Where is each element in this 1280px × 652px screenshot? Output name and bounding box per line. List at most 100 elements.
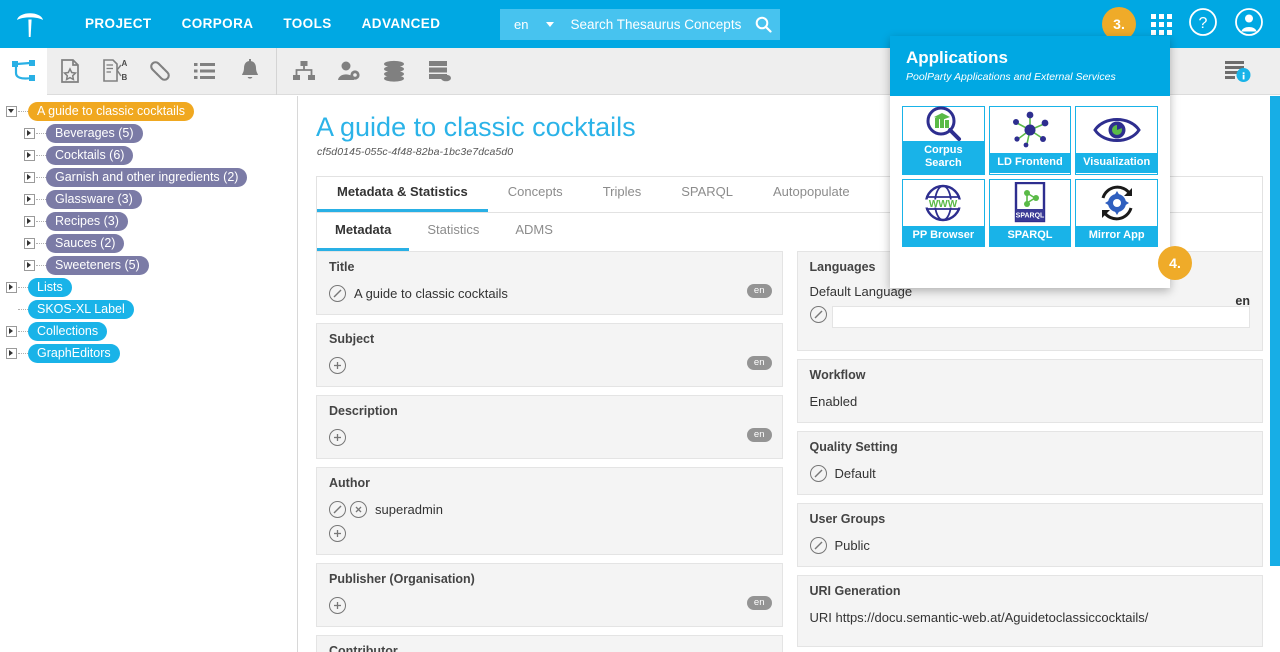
tree-expand-toggle[interactable] — [22, 210, 36, 232]
tab-sparql[interactable]: SPARQL — [661, 175, 753, 212]
tree-item-beverages-5[interactable]: Beverages (5) — [0, 122, 297, 144]
toolbar-thesaurus-home[interactable] — [0, 47, 47, 95]
subtab-adms[interactable]: ADMS — [497, 212, 571, 251]
tree-collapse-toggle[interactable] — [4, 100, 18, 122]
poolparty-mushroom-logo-icon[interactable] — [0, 0, 60, 48]
add-plus-icon[interactable] — [329, 596, 346, 614]
metadata-field-publisher-organisation: Publisher (Organisation) en — [316, 563, 783, 627]
tab-triples[interactable]: Triples — [583, 175, 662, 212]
tree-item-sauces-2[interactable]: Sauces (2) — [0, 232, 297, 254]
app-tile-pp-browser[interactable]: WWW PP Browser — [902, 179, 985, 247]
tree-expand-toggle[interactable] — [22, 144, 36, 166]
nav-corpora[interactable]: CORPORA — [167, 0, 269, 48]
tree-expand-toggle[interactable] — [22, 188, 36, 210]
language-input[interactable] — [831, 306, 1250, 328]
tree-item-cocktails-6[interactable]: Cocktails (6) — [0, 144, 297, 166]
edit-pencil-icon[interactable] — [809, 305, 827, 323]
tree-item-label[interactable]: Beverages (5) — [46, 123, 143, 143]
document-info-icon[interactable] — [1215, 48, 1260, 95]
search-language-label[interactable]: en — [500, 17, 528, 32]
tree-item-label[interactable]: Collections — [28, 321, 108, 341]
tree-expand-toggle[interactable] — [22, 122, 36, 144]
tree-item-glassware-3[interactable]: Glassware (3) — [0, 188, 297, 210]
tree-item-label[interactable]: Sauces (2) — [46, 233, 125, 253]
tree-item-lists[interactable]: Lists — [0, 276, 297, 298]
toolbar-document-star[interactable] — [47, 48, 92, 95]
page-vertical-scrollbar[interactable] — [1268, 96, 1280, 652]
tree-item-a-guide-to-classic-cocktails[interactable]: A guide to classic cocktails — [0, 100, 297, 122]
tree-item-collections[interactable]: Collections — [0, 320, 297, 342]
search-icon[interactable] — [747, 16, 780, 33]
tree-expand-toggle[interactable] — [4, 320, 18, 342]
edit-pencil-icon[interactable] — [809, 536, 827, 554]
app-tile-visualization[interactable]: Visualization — [1075, 106, 1158, 175]
tab-autopopulate[interactable]: Autopopulate — [753, 175, 870, 212]
tree-item-skos-xl-label[interactable]: SKOS-XL Label — [0, 298, 297, 320]
tree-expand-toggle[interactable] — [22, 166, 36, 188]
toolbar-document-ab[interactable]: A B — [92, 48, 137, 95]
applications-panel-header: Applications PoolParty Applications and … — [890, 36, 1170, 96]
nav-project[interactable]: PROJECT — [70, 0, 167, 48]
svg-text:B: B — [121, 73, 127, 82]
nav-tools[interactable]: TOOLS — [268, 0, 346, 48]
tree-expand-toggle[interactable] — [4, 276, 18, 298]
language-chip[interactable]: en — [746, 428, 772, 442]
tree-item-grapheditors[interactable]: GraphEditors — [0, 342, 297, 364]
application-root: PROJECT CORPORA TOOLS ADVANCED en 3. — [0, 0, 1280, 652]
add-plus-icon[interactable] — [329, 428, 346, 446]
applications-panel-title: Applications — [906, 48, 1009, 67]
app-tile-sparql[interactable]: SPARQL SPARQL — [988, 179, 1072, 247]
edit-pencil-icon[interactable] — [329, 500, 346, 518]
tree-item-label[interactable]: Sweeteners (5) — [46, 255, 149, 275]
tree-item-label[interactable]: A guide to classic cocktails — [28, 101, 194, 121]
edit-pencil-icon[interactable] — [809, 464, 827, 482]
app-tile-label: SPARQL — [989, 226, 1071, 246]
language-chip[interactable]: en — [746, 356, 772, 370]
field-label: Quality Setting — [809, 440, 898, 454]
tree-item-label[interactable]: SKOS-XL Label — [28, 299, 134, 319]
tree-connector — [18, 110, 28, 112]
toolbar-user-settings[interactable] — [326, 48, 371, 95]
remove-x-icon[interactable] — [350, 500, 367, 518]
setting-field-quality-setting: Quality Setting Default — [796, 431, 1263, 495]
toolbar-link[interactable] — [137, 48, 182, 95]
tab-concepts[interactable]: Concepts — [488, 175, 583, 212]
tree-item-garnish-and-other-ingredients-2[interactable]: Garnish and other ingredients (2) — [0, 166, 297, 188]
app-tile-mirror-app[interactable]: Mirror App — [1075, 179, 1158, 247]
tree-expand-toggle[interactable] — [4, 342, 18, 364]
concept-tree-sidebar[interactable]: A guide to classic cocktails Beverages (5… — [0, 96, 298, 652]
chevron-down-icon[interactable] — [546, 22, 555, 27]
tree-item-recipes-3[interactable]: Recipes (3) — [0, 210, 297, 232]
app-tile-corpus-search[interactable]: Corpus Search — [902, 106, 985, 175]
scrollbar-thumb[interactable] — [1270, 96, 1280, 566]
toolbar-hierarchy[interactable] — [281, 48, 326, 95]
tab-metadata-statistics[interactable]: Metadata & Statistics — [317, 175, 488, 212]
toolbar-list[interactable] — [182, 48, 227, 95]
tree-expand-toggle[interactable] — [22, 232, 36, 254]
field-value: URI https://docu.semantic-web.at/Aguidet… — [809, 609, 1149, 625]
user-account-icon[interactable] — [1234, 7, 1268, 41]
language-chip[interactable]: en — [746, 596, 772, 610]
tree-item-label[interactable]: GraphEditors — [28, 343, 120, 363]
subtab-metadata[interactable]: Metadata — [317, 212, 410, 251]
tree-item-sweeteners-5[interactable]: Sweeteners (5) — [0, 254, 297, 276]
tree-item-label[interactable]: Lists — [28, 277, 72, 297]
tree-item-label[interactable]: Recipes (3) — [46, 211, 128, 231]
add-plus-icon[interactable] — [329, 524, 346, 542]
tree-item-label[interactable]: Glassware (3) — [46, 189, 142, 209]
search-input[interactable] — [570, 17, 748, 32]
toolbar-database[interactable] — [371, 48, 416, 95]
language-chip[interactable]: en — [746, 284, 772, 298]
tree-expand-toggle[interactable] — [22, 254, 36, 276]
add-plus-icon[interactable] — [329, 356, 346, 374]
tree-item-label[interactable]: Garnish and other ingredients (2) — [46, 167, 248, 187]
toolbar-right-group — [1215, 48, 1260, 95]
toolbar-notifications[interactable] — [227, 48, 272, 95]
toolbar-server[interactable] — [416, 48, 461, 95]
edit-pencil-icon[interactable] — [329, 284, 346, 302]
nav-advanced[interactable]: ADVANCED — [347, 0, 456, 48]
tree-item-label[interactable]: Cocktails (6) — [46, 145, 134, 165]
help-question-icon[interactable]: ? — [1188, 7, 1222, 41]
subtab-statistics[interactable]: Statistics — [409, 212, 497, 251]
app-tile-ld-frontend[interactable]: LD Frontend — [988, 106, 1072, 175]
